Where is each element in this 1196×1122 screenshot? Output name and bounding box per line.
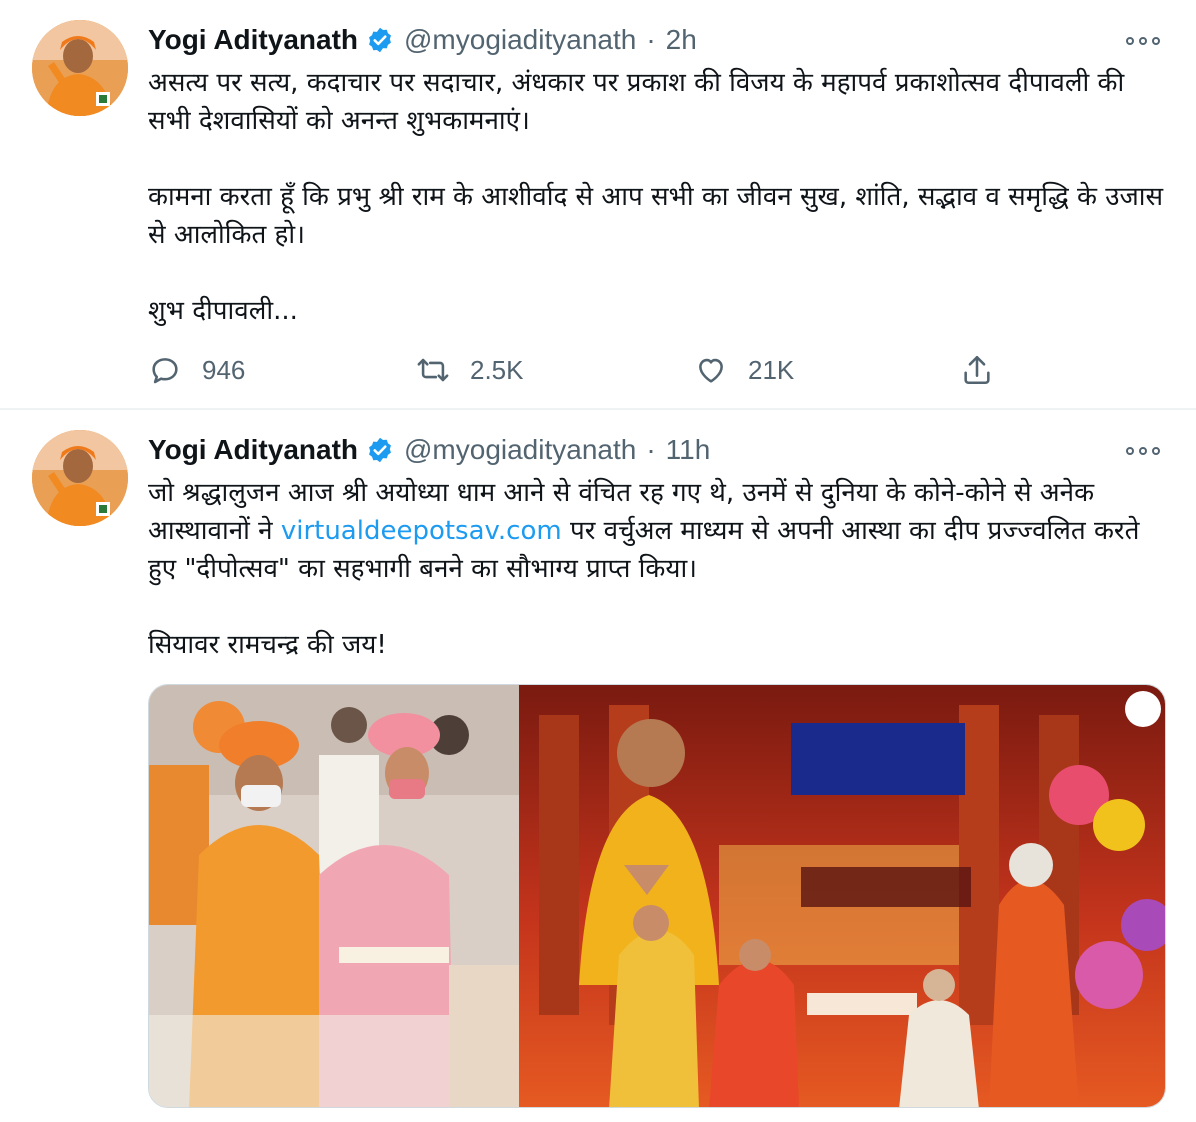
more-icon[interactable]	[1126, 36, 1160, 46]
author-name[interactable]: Yogi Adityanath	[148, 434, 358, 466]
tweet-media[interactable]	[148, 684, 1166, 1108]
tweet-text: जो श्रद्धालुजन आज श्री अयोध्या धाम आने स…	[148, 474, 1168, 664]
tweet[interactable]: Yogi Adityanath @myogiadityanath · 2h अस…	[0, 0, 1196, 408]
tweet-actions: 946 2.5K 21K	[148, 350, 1028, 390]
avatar[interactable]	[32, 430, 128, 526]
reply-icon	[152, 358, 178, 384]
tweet-paragraph: असत्य पर सत्य, कदाचार पर सदाचार, अंधकार …	[148, 68, 1125, 136]
media-photo-ceremony[interactable]	[149, 685, 519, 1107]
like-icon	[699, 358, 723, 383]
author-name[interactable]: Yogi Adityanath	[148, 24, 358, 56]
tweet-header: Yogi Adityanath @myogiadityanath · 2h	[148, 20, 697, 60]
tweet-paragraph: कामना करता हूँ कि प्रभु श्री राम के आशीर…	[148, 182, 1164, 250]
verified-badge-icon	[366, 26, 394, 54]
more-icon[interactable]	[1126, 446, 1160, 456]
tweet[interactable]: Yogi Adityanath @myogiadityanath · 11h ज…	[0, 410, 1196, 1122]
verified-badge-icon	[366, 436, 394, 464]
like-button[interactable]: 21K	[694, 350, 794, 390]
like-count: 21K	[748, 354, 795, 385]
website-link[interactable]: virtualdeepotsav.com	[281, 516, 562, 546]
tweet-text: असत्य पर सत्य, कदाचार पर सदाचार, अंधकार …	[148, 64, 1168, 330]
tweet-header: Yogi Adityanath @myogiadityanath · 11h	[148, 430, 710, 470]
reply-button[interactable]: 946	[148, 350, 245, 390]
separator-dot: ·	[646, 434, 656, 465]
author-handle[interactable]: @myogiadityanath	[404, 24, 636, 56]
retweet-icon	[417, 358, 449, 382]
timestamp[interactable]: 2h	[666, 24, 697, 56]
avatar[interactable]	[32, 20, 128, 116]
retweet-count: 2.5K	[470, 354, 524, 385]
timestamp[interactable]: 11h	[666, 434, 711, 466]
media-photo-virtual-deepotsav[interactable]	[519, 685, 1165, 1107]
tweet-paragraph: शुभ दीपावली...	[148, 296, 298, 326]
share-icon	[964, 355, 990, 385]
separator-dot: ·	[646, 24, 656, 55]
tweet-paragraph: जो श्रद्धालुजन आज श्री अयोध्या धाम आने स…	[148, 474, 1168, 588]
reply-count: 946	[202, 354, 246, 385]
tweet-paragraph: सियावर रामचन्द्र की जय!	[148, 630, 387, 660]
share-button[interactable]	[960, 350, 1014, 390]
author-handle[interactable]: @myogiadityanath	[404, 434, 636, 466]
retweet-button[interactable]: 2.5K	[416, 350, 524, 390]
